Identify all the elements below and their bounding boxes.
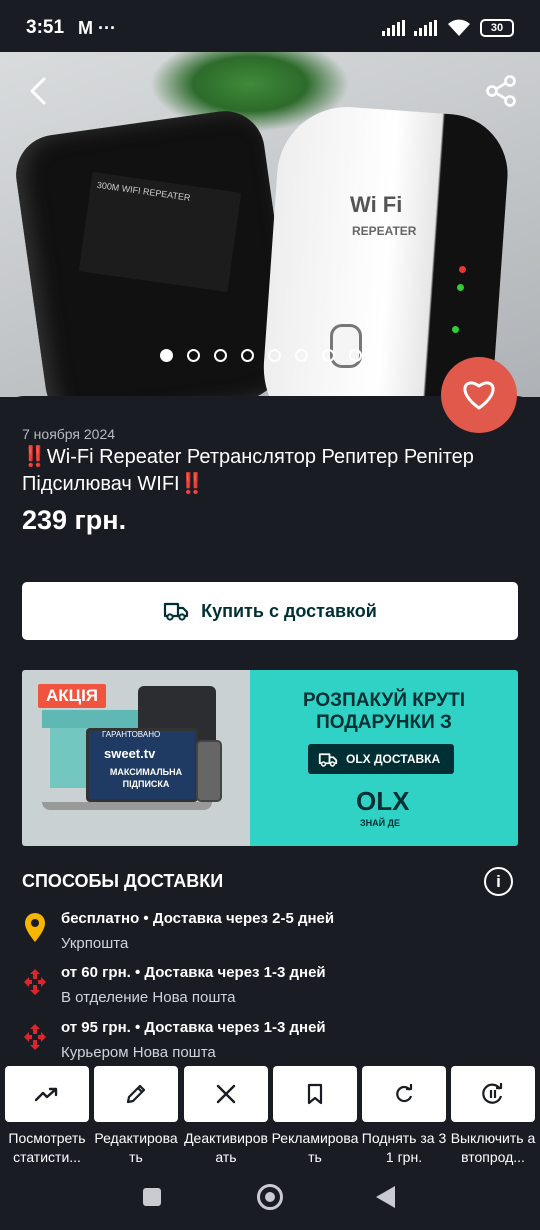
signal-icon — [382, 20, 406, 36]
promo-delivery-label: OLX ДОСТАВКА — [346, 752, 441, 766]
phone — [196, 740, 222, 802]
delivery-option-terms: от 95 грн. • Доставка через 1-3 дней — [61, 1019, 326, 1036]
pause-icon — [482, 1083, 503, 1104]
action-label: Посмотреть статисти... — [8, 1130, 86, 1165]
back-icon[interactable] — [24, 76, 54, 106]
delivery-option-nova-branch: от 60 грн. • Доставка через 1-3 дней В о… — [22, 964, 522, 1016]
led-green — [457, 284, 464, 291]
delivery-option-terms: бесплатно • Доставка через 2-5 дней — [61, 910, 335, 927]
delivery-section-title: СПОСОБЫ ДОСТАВКИ — [22, 871, 224, 891]
banner-right: РОЗПАКУЙ КРУТІ ПОДАРУНКИ З OLX ДОСТАВКА … — [250, 670, 518, 846]
action-label: Редактировать — [94, 1130, 178, 1165]
favorite-button[interactable] — [441, 357, 517, 433]
system-back-icon[interactable] — [376, 1186, 395, 1208]
promote-button[interactable]: Рекламировать — [271, 1066, 359, 1167]
deactivate-button[interactable]: Деактивировать — [184, 1066, 268, 1167]
system-navigation-bar — [0, 1166, 540, 1230]
olx-slogan: ЗНАЙ ДЕ — [360, 818, 401, 828]
info-icon[interactable]: i — [484, 867, 513, 896]
refresh-icon — [396, 1084, 413, 1103]
promo-banner[interactable]: ГАРАНТОВАНО sweet.tv МАКСИМАЛЬНА ПІДПИСК… — [22, 670, 518, 846]
action-icon-box[interactable] — [184, 1066, 268, 1122]
led-red — [459, 266, 466, 273]
delivery-option-terms: от 60 грн. • Доставка через 1-3 дней — [61, 964, 326, 981]
bookmark-icon — [307, 1083, 323, 1105]
nova-poshta-icon — [24, 1024, 46, 1050]
home-icon[interactable] — [257, 1184, 283, 1210]
disable-autorenew-button[interactable]: Выключить автопрод... — [451, 1066, 535, 1167]
buy-with-delivery-button[interactable]: Купить с доставкой — [22, 582, 518, 640]
action-icon-box[interactable] — [362, 1066, 446, 1122]
gallery-dot[interactable] — [349, 349, 362, 362]
action-icon-box[interactable] — [451, 1066, 535, 1122]
gallery-dot[interactable] — [241, 349, 254, 362]
repeater-sub: REPEATER — [352, 224, 417, 238]
charger-label: 300M WIFI REPEATER — [78, 172, 242, 292]
gallery-dot[interactable] — [268, 349, 281, 362]
delivery-option-carrier: В отделение Нова пошта — [61, 989, 236, 1006]
action-label: Деактивировать — [184, 1130, 268, 1165]
laptop — [86, 728, 198, 802]
listing-date: 7 ноября 2024 — [22, 426, 116, 442]
promo-delivery-badge: OLX ДОСТАВКА — [308, 744, 454, 774]
listing-action-bar: Посмотреть статисти... Редактировать Деа… — [0, 1062, 540, 1166]
action-label: Рекламировать — [271, 1130, 359, 1165]
action-label: Выключить автопрод... — [450, 1130, 536, 1165]
laptop-brand: sweet.tv — [104, 746, 156, 761]
promo-headline: РОЗПАКУЙ КРУТІ ПОДАРУНКИ З — [302, 690, 466, 733]
product-photo-gallery[interactable]: 300M WIFI REPEATER Wi Fi REPEATER — [0, 52, 540, 397]
gallery-dot[interactable] — [214, 349, 227, 362]
olx-logo: OLX — [356, 786, 410, 816]
delivery-option-carrier: Курьером Нова пошта — [61, 1044, 216, 1061]
status-bar: 3:51 M ··· 30 — [0, 0, 540, 56]
share-icon[interactable] — [484, 74, 518, 108]
truck-icon — [318, 752, 338, 767]
gallery-dot[interactable] — [322, 349, 335, 362]
action-icon-box[interactable] — [273, 1066, 357, 1122]
listing-title: ‼️Wi-Fi Repeater Ретранслятор Репитер Ре… — [22, 446, 474, 495]
led-green — [452, 326, 459, 333]
repeater-logo: Wi Fi — [350, 192, 403, 217]
wifi-icon — [448, 19, 470, 36]
ukrposhta-icon — [25, 913, 45, 942]
laptop-small-text: ГАРАНТОВАНО — [102, 730, 161, 739]
battery-icon: 30 — [480, 19, 514, 37]
notification-icons: M ··· — [78, 17, 117, 38]
heart-icon — [463, 381, 495, 410]
trending-up-icon — [34, 1087, 58, 1102]
status-time: 3:51 — [26, 17, 65, 38]
delivery-option-ukrposhta: бесплатно • Доставка через 2-5 дней Укрп… — [22, 910, 522, 962]
action-icon-box[interactable] — [94, 1066, 178, 1122]
status-right: 30 — [382, 18, 514, 38]
action-icon-box[interactable] — [5, 1066, 89, 1122]
laptop-text: МАКСИМАЛЬНА ПІДПИСКА — [109, 767, 183, 789]
buy-button-label: Купить с доставкой — [201, 600, 377, 621]
gallery-dot[interactable] — [160, 349, 173, 362]
gallery-dot[interactable] — [295, 349, 308, 362]
gallery-dot[interactable] — [187, 349, 200, 362]
edit-button[interactable]: Редактировать — [94, 1066, 178, 1167]
promo-badge: АКЦІЯ — [38, 684, 107, 708]
banner-left: ГАРАНТОВАНО sweet.tv МАКСИМАЛЬНА ПІДПИСК… — [22, 670, 250, 846]
pencil-icon — [126, 1084, 146, 1104]
delivery-option-carrier: Укрпошта — [61, 935, 129, 952]
bump-up-button[interactable]: Поднять за 31 грн. — [362, 1066, 446, 1167]
laptop-base — [42, 802, 212, 810]
gallery-indicator — [160, 349, 362, 362]
view-statistics-button[interactable]: Посмотреть статисти... — [5, 1066, 89, 1167]
listing-price: 239 грн. — [22, 505, 127, 535]
nova-poshta-icon — [24, 969, 46, 995]
gift-ribbon — [42, 710, 142, 728]
truck-icon — [164, 602, 189, 621]
recents-icon[interactable] — [143, 1188, 161, 1206]
action-label: Поднять за 31 грн. — [361, 1130, 447, 1165]
signal-icon — [414, 20, 438, 36]
close-icon — [216, 1084, 236, 1104]
